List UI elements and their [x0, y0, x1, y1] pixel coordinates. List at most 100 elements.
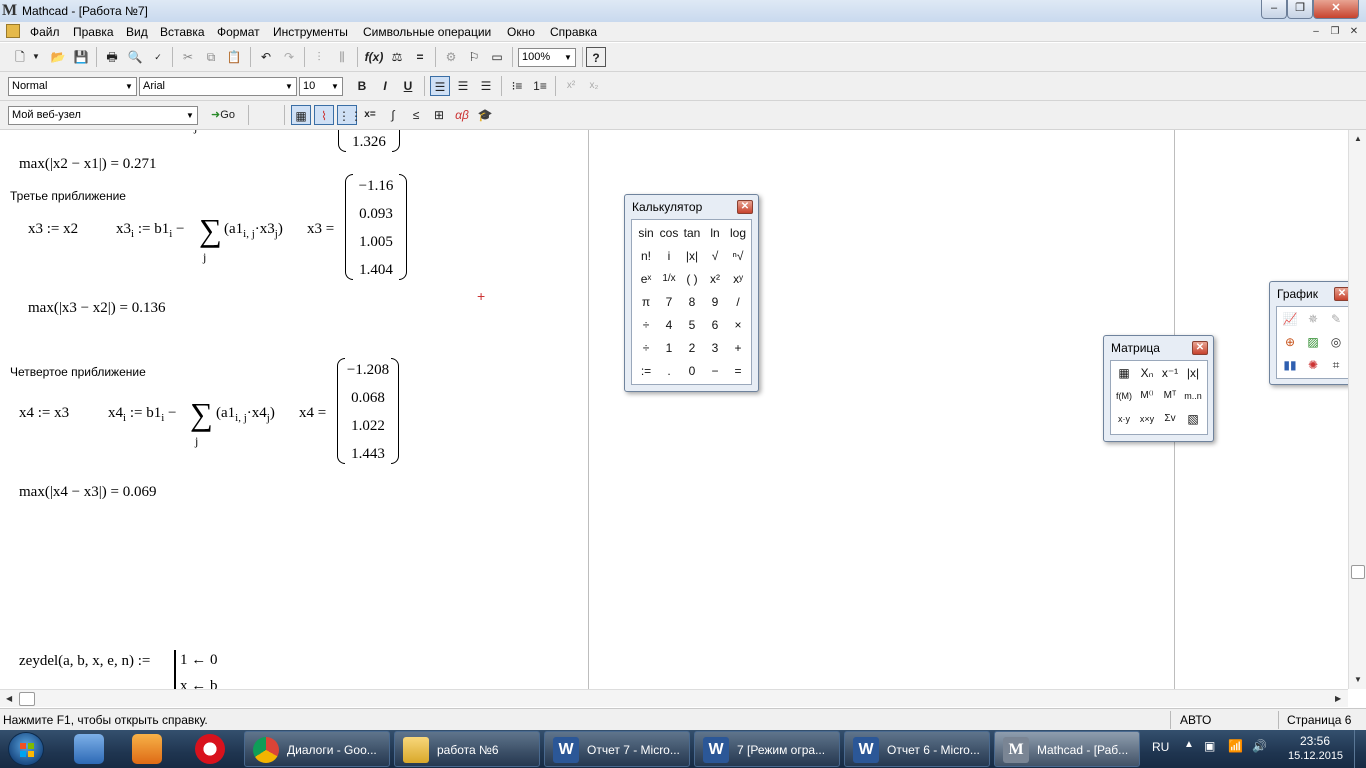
calc-key-factorial[interactable]: n!: [635, 246, 657, 266]
calc-key-slash[interactable]: /: [727, 292, 749, 312]
subscript-button[interactable]: x₂: [584, 76, 604, 96]
insert-component-icon[interactable]: ⚙: [441, 47, 461, 67]
symbolic-toolbar-icon[interactable]: 🎓: [475, 105, 495, 125]
insert-function-icon[interactable]: f(x): [364, 47, 384, 67]
calc-key-parens[interactable]: ( ): [681, 269, 703, 289]
program-line-1[interactable]: 1 ← 0: [180, 652, 218, 669]
start-button[interactable]: [8, 732, 44, 766]
matrix-key-vectorize[interactable]: f(M): [1113, 386, 1135, 406]
calc-key-2[interactable]: 2: [681, 338, 703, 358]
matrix-key-dot-product[interactable]: x·y: [1113, 409, 1135, 429]
calc-key-cos[interactable]: cos: [658, 223, 680, 243]
matrix-key-cross-product[interactable]: x×y: [1136, 409, 1158, 429]
max-diff-3[interactable]: max(|x4 − x3|) = 0.069: [19, 484, 157, 501]
evaluation-toolbar-icon[interactable]: x=: [360, 105, 380, 125]
program-line-2[interactable]: x ← b: [180, 678, 218, 689]
calc-key-divide-inline[interactable]: ÷: [635, 315, 657, 335]
calc-key-power[interactable]: xʸ: [727, 269, 749, 289]
italic-button[interactable]: I: [375, 76, 395, 96]
align-left-icon[interactable]: ☰: [430, 76, 450, 96]
redo-icon[interactable]: ↷: [279, 47, 299, 67]
menu-file[interactable]: Файл: [30, 25, 60, 39]
calc-key-abs[interactable]: |x|: [681, 246, 703, 266]
new-dropdown-icon[interactable]: ▼: [30, 47, 42, 67]
close-button[interactable]: ✕: [1313, 0, 1359, 19]
vertical-scrollbar[interactable]: ▲ ▼: [1348, 130, 1366, 689]
doc-restore-button[interactable]: ❐: [1327, 25, 1343, 39]
calc-key-sqrt[interactable]: √: [704, 246, 726, 266]
web-address-select[interactable]: Мой веб-узел ▼: [8, 106, 198, 125]
calc-key-reciprocal[interactable]: 1/x: [658, 269, 680, 289]
worksheet[interactable]: j 1.326 max(|x2 − x1|) = 0.271 Третье пр…: [0, 130, 1348, 689]
open-icon[interactable]: 📂: [48, 47, 68, 67]
boolean-toolbar-icon[interactable]: ≤: [406, 105, 426, 125]
calc-key-nth-root[interactable]: ⁿ√: [727, 246, 749, 266]
matrix-key-vector-sum[interactable]: Σv: [1159, 409, 1181, 429]
calc-key-exp[interactable]: eˣ: [635, 269, 657, 289]
matrix-palette[interactable]: Матрица ✕ ▦ Xₙ x⁻¹ |x| f(M) M⁽⁾ Mᵀ m..n …: [1103, 335, 1214, 442]
calc-key-plus[interactable]: +: [727, 338, 749, 358]
task-word-7[interactable]: W 7 [Режим огра...: [694, 731, 840, 767]
spellcheck-icon[interactable]: ✓: [148, 47, 168, 67]
iteration-formula-4[interactable]: x4i := b1i −: [108, 405, 176, 424]
task-word-report7[interactable]: W Отчет 7 - Micro...: [544, 731, 690, 767]
scroll-left-icon[interactable]: ◀: [6, 694, 12, 703]
doc-minimize-button[interactable]: ‒: [1308, 25, 1324, 39]
scroll-up-icon[interactable]: ▲: [1354, 134, 1362, 143]
undo-icon[interactable]: ↶: [256, 47, 276, 67]
print-icon[interactable]: 🖶: [102, 47, 122, 67]
bold-button[interactable]: B: [352, 76, 372, 96]
heading-third[interactable]: Третье приближение: [10, 189, 126, 203]
calculator-toolbar-icon[interactable]: ▦: [291, 105, 311, 125]
calc-key-square[interactable]: x²: [704, 269, 726, 289]
matrix-key-subscript[interactable]: Xₙ: [1136, 363, 1158, 383]
menu-symbolics[interactable]: Символьные операции: [363, 25, 491, 39]
calc-key-6[interactable]: 6: [704, 315, 726, 335]
graph-toolbar-icon[interactable]: ⌇: [314, 105, 334, 125]
calc-key-multiply[interactable]: ×: [727, 315, 749, 335]
calc-key-equals[interactable]: =: [727, 361, 749, 381]
volume-icon[interactable]: 🔊: [1252, 739, 1267, 753]
calc-key-imaginary[interactable]: i: [658, 246, 680, 266]
calculate-icon[interactable]: =: [410, 47, 430, 67]
zoom-select[interactable]: 100% ▼: [518, 48, 576, 67]
align-horizontal-icon[interactable]: ⫶: [309, 47, 329, 67]
heading-fourth[interactable]: Четвертое приближение: [10, 365, 146, 379]
graph-close-button[interactable]: ✕: [1334, 287, 1348, 301]
horizontal-scroll-thumb[interactable]: [19, 692, 35, 706]
menu-help[interactable]: Справка: [550, 25, 597, 39]
calc-key-define[interactable]: :=: [635, 361, 657, 381]
calc-key-divide[interactable]: ÷: [635, 338, 657, 358]
cut-icon[interactable]: ✂: [178, 47, 198, 67]
opera-icon[interactable]: [195, 734, 225, 764]
calc-key-log[interactable]: log: [727, 223, 749, 243]
matrix-key-column[interactable]: M⁽⁾: [1136, 386, 1158, 406]
calc-key-minus[interactable]: −: [704, 361, 726, 381]
matrix-key-create[interactable]: ▦: [1113, 363, 1135, 383]
matrix-toolbar-icon[interactable]: ⋮⋮: [337, 105, 362, 125]
scroll-down-icon[interactable]: ▼: [1354, 675, 1362, 684]
calc-key-pi[interactable]: π: [635, 292, 657, 312]
clock-date[interactable]: 15.12.2015: [1288, 750, 1343, 762]
menu-window[interactable]: Окно: [507, 25, 535, 39]
show-hidden-icons-icon[interactable]: ▲: [1184, 739, 1194, 750]
function-definition[interactable]: zeydel(a, b, x, e, n) :=: [19, 653, 150, 670]
matrix-close-button[interactable]: ✕: [1192, 341, 1208, 355]
calc-key-5[interactable]: 5: [681, 315, 703, 335]
bullets-icon[interactable]: ⁝≡: [507, 76, 527, 96]
iteration-formula-3[interactable]: x3i := b1i −: [116, 221, 184, 240]
calc-key-8[interactable]: 8: [681, 292, 703, 312]
calc-key-3[interactable]: 3: [704, 338, 726, 358]
matrix-key-picture[interactable]: ▧: [1182, 409, 1204, 429]
xy-plot-icon[interactable]: 📈: [1279, 309, 1301, 329]
vector-field-icon[interactable]: ✺: [1302, 355, 1324, 375]
calc-key-tan[interactable]: tan: [681, 223, 703, 243]
maximize-button[interactable]: ❐: [1287, 0, 1313, 19]
save-icon[interactable]: 💾: [71, 47, 91, 67]
plot-wizard-icon[interactable]: ⌗: [1325, 355, 1347, 375]
menu-tools[interactable]: Инструменты: [273, 25, 348, 39]
align-center-icon[interactable]: ☰: [453, 76, 473, 96]
task-explorer[interactable]: работа №6: [394, 731, 540, 767]
matrix-key-inverse[interactable]: x⁻¹: [1159, 363, 1181, 383]
window-icon[interactable]: ▭: [487, 47, 507, 67]
